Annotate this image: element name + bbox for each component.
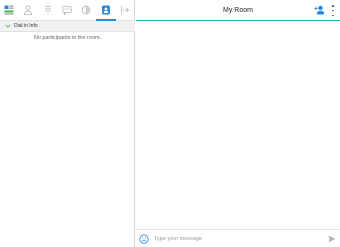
add-user-icon[interactable] — [314, 5, 325, 15]
page-title: My Room — [223, 7, 253, 14]
more-options-icon[interactable] — [331, 5, 335, 16]
tab-participants[interactable] — [18, 0, 37, 20]
section-title: Dial in Info — [14, 23, 38, 29]
dial-in-icon — [101, 5, 110, 15]
tab-chat[interactable] — [57, 0, 76, 20]
tab-collapse[interactable] — [116, 0, 135, 20]
left-panel: Dial in Info No participants in the room… — [0, 0, 135, 247]
chevron-down-icon — [5, 24, 11, 28]
tab-dial-in[interactable] — [96, 0, 116, 21]
message-input[interactable] — [154, 233, 324, 245]
tab-dialpad[interactable] — [38, 0, 57, 20]
settings-icon — [82, 5, 91, 15]
tab-layout[interactable] — [0, 0, 18, 20]
empty-participants-message: No participants in the room. — [33, 35, 102, 41]
person-icon — [24, 5, 33, 15]
dialpad-icon — [44, 5, 51, 15]
tab-settings[interactable] — [77, 0, 96, 20]
chat-messages-area — [136, 22, 340, 225]
layout-icon — [4, 5, 14, 15]
chat-icon — [62, 6, 72, 15]
message-composer — [136, 229, 340, 247]
sidebar-tabs — [0, 0, 135, 21]
collapse-panel-icon — [121, 6, 130, 14]
room-header: My Room — [136, 0, 340, 21]
send-icon[interactable] — [328, 235, 336, 243]
emoji-icon[interactable] — [139, 234, 149, 244]
dial-in-info-header[interactable]: Dial in Info — [0, 21, 135, 32]
